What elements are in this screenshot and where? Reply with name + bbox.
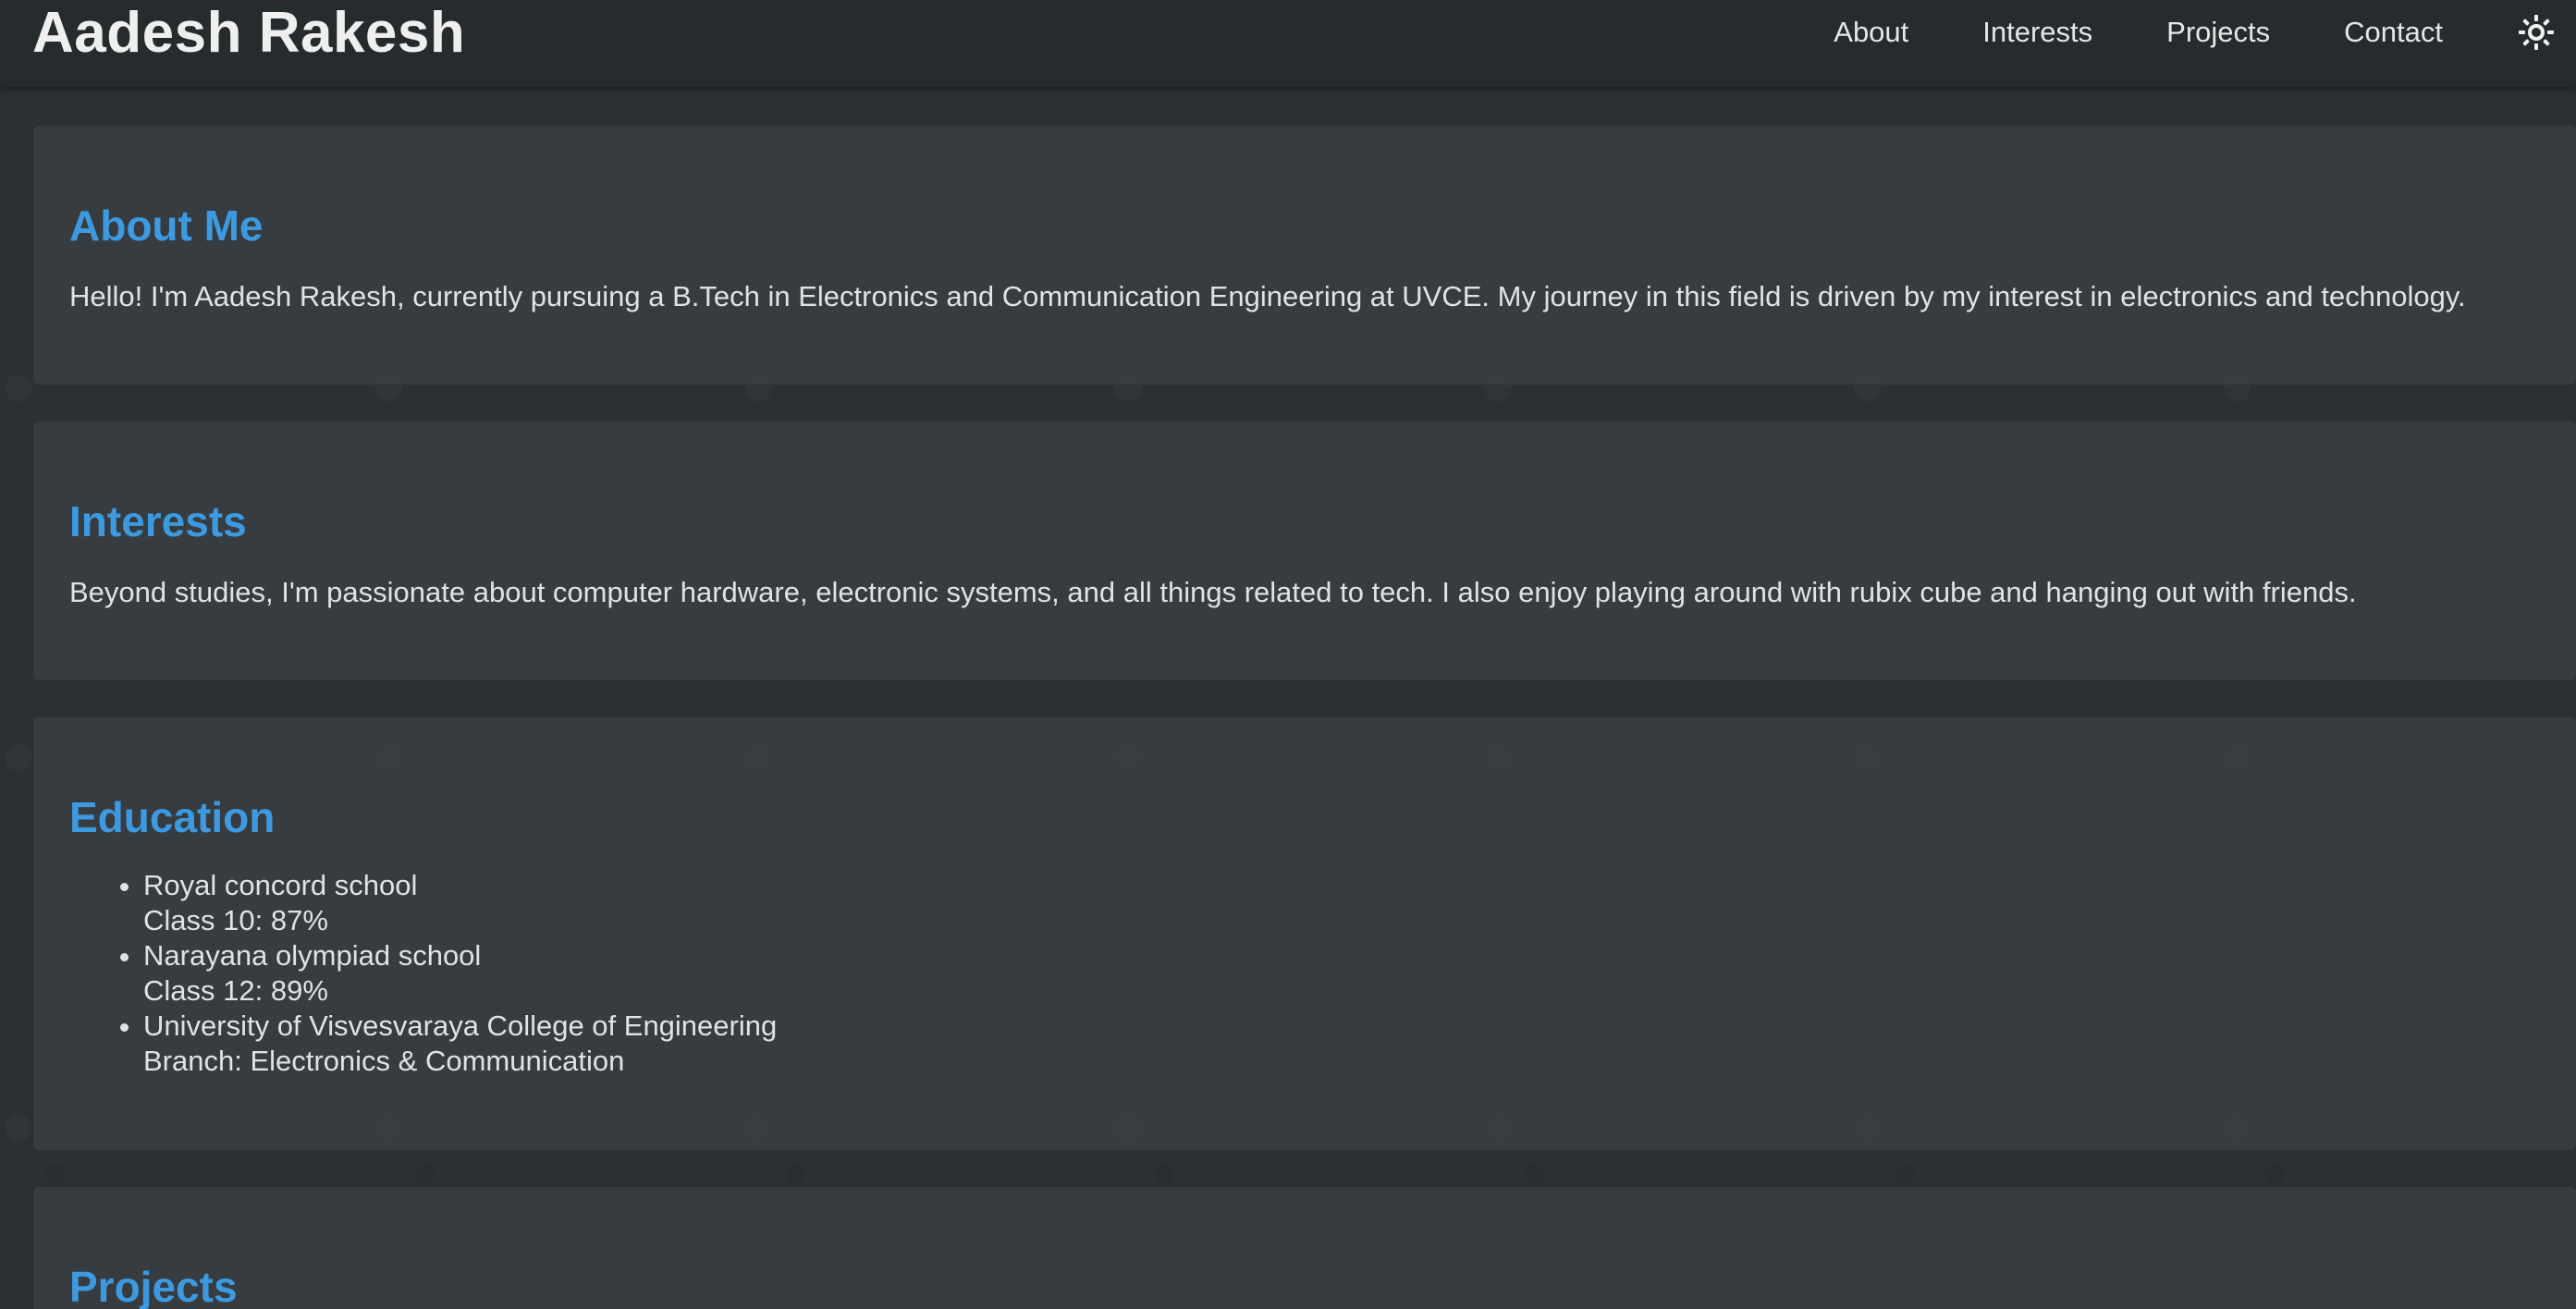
about-text: Hello! I'm Aadesh Rakesh, currently purs… xyxy=(69,280,2466,312)
education-item: Royal concord school Class 10: 87% xyxy=(143,868,777,938)
navbar: Aadesh Rakesh About Interests Projects C… xyxy=(0,0,2576,87)
education-section: Education Royal concord school Class 10:… xyxy=(33,717,2576,1150)
education-school: Narayana olympiad school xyxy=(143,939,482,972)
education-detail: Branch: Electronics & Communication xyxy=(143,1045,625,1077)
nav-link-projects[interactable]: Projects xyxy=(2166,16,2270,49)
education-item: Narayana olympiad school Class 12: 89% xyxy=(143,938,777,1009)
about-section: About Me Hello! I'm Aadesh Rakesh, curre… xyxy=(33,126,2576,385)
interests-heading: Interests xyxy=(69,497,247,545)
education-school: University of Visvesvaraya College of En… xyxy=(143,1009,778,1042)
interests-section: Interests Beyond studies, I'm passionate… xyxy=(33,422,2576,680)
interests-text: Beyond studies, I'm passionate about com… xyxy=(69,576,2357,608)
nav-link-interests[interactable]: Interests xyxy=(1982,16,2092,49)
nav-link-contact[interactable]: Contact xyxy=(2344,16,2443,49)
projects-heading: Projects xyxy=(69,1263,238,1309)
education-list: Royal concord school Class 10: 87% Naray… xyxy=(69,868,777,1079)
education-detail: Class 12: 89% xyxy=(143,974,328,1007)
education-school: Royal concord school xyxy=(143,869,418,901)
education-detail: Class 10: 87% xyxy=(143,904,328,936)
theme-toggle-button[interactable] xyxy=(2517,13,2556,52)
about-heading: About Me xyxy=(69,202,264,250)
sun-icon xyxy=(2519,15,2554,50)
site-title[interactable]: Aadesh Rakesh xyxy=(32,0,465,65)
projects-section: Projects xyxy=(33,1187,2576,1309)
education-heading: Education xyxy=(69,793,276,841)
education-item: University of Visvesvaraya College of En… xyxy=(143,1009,777,1079)
nav-links: About Interests Projects Contact xyxy=(1834,0,2576,65)
nav-link-about[interactable]: About xyxy=(1834,16,1908,49)
